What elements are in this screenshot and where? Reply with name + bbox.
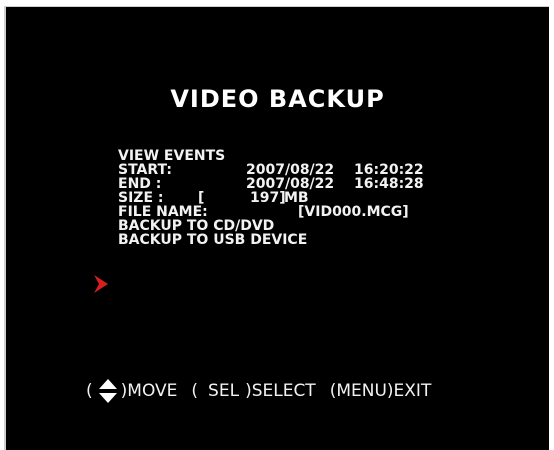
end-label: END :: [118, 176, 162, 192]
osd-screen: VIDEO BACKUP VIEW EVENTS START: 2007/08/…: [4, 6, 549, 450]
start-time: 16:20:22: [354, 162, 424, 178]
footer-hints: ( )MOVE ( SEL )SELECT (MENU) EXIT: [84, 379, 431, 403]
end-time: 16:48:28: [354, 176, 424, 192]
view-events-label: VIEW EVENTS: [118, 148, 226, 164]
select-hint: )SELECT: [245, 381, 316, 401]
file-name-label: FILE NAME:: [118, 204, 208, 220]
sel-open-paren: (: [191, 381, 199, 401]
exit-hint: EXIT: [393, 381, 432, 401]
size-value: 197]: [250, 190, 286, 206]
menu-key: (MENU): [329, 381, 394, 401]
backup-usb-label: BACKUP TO USB DEVICE: [118, 232, 308, 248]
page-title: VIDEO BACKUP: [170, 85, 385, 113]
up-down-arrow-icon: [98, 379, 117, 403]
move-hint: )MOVE: [120, 381, 178, 401]
size-bracket: [: [198, 190, 205, 206]
video-backup-menu: VIDEO BACKUP VIEW EVENTS START: 2007/08/…: [6, 7, 549, 450]
sel-key: SEL: [208, 381, 240, 401]
backup-cd-label: BACKUP TO CD/DVD: [118, 218, 275, 234]
end-date: 2007/08/22: [246, 176, 335, 192]
footer-open-paren: (: [86, 381, 93, 401]
start-date: 2007/08/22: [246, 162, 335, 178]
file-name-value: [VID000.MCG]: [298, 204, 409, 220]
start-label: START:: [118, 162, 172, 178]
size-unit: MB: [284, 190, 309, 206]
size-label: SIZE :: [118, 190, 164, 206]
